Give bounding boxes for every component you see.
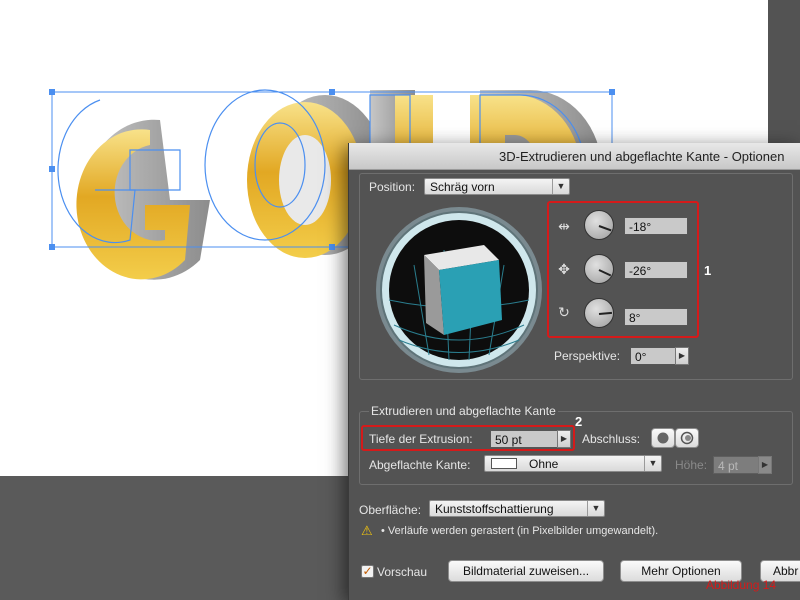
chevron-down-icon: ▼ bbox=[644, 456, 661, 471]
rotate-y-dial[interactable] bbox=[584, 254, 614, 284]
position-label: Position: bbox=[369, 180, 416, 194]
height-field: 4 pt bbox=[713, 456, 759, 474]
extrusion-depth-arrow-icon[interactable]: ▶ bbox=[557, 430, 571, 448]
surface-select-value: Kunststoffschattierung bbox=[435, 502, 554, 516]
perspective-field[interactable]: 0° bbox=[630, 347, 676, 365]
height-label: Höhe: bbox=[675, 458, 708, 472]
height-arrow-icon: ▶ bbox=[758, 456, 772, 474]
extrusion-depth-label: Tiefe der Extrusion: bbox=[369, 432, 473, 446]
preview-checkbox[interactable]: ✓ bbox=[361, 565, 374, 578]
bevel-select-value: Ohne bbox=[529, 457, 559, 471]
rotate-x-field[interactable]: -18° bbox=[624, 217, 688, 235]
surface-select[interactable]: Kunststoffschattierung ▼ bbox=[429, 500, 605, 517]
rotate-z-dial[interactable] bbox=[584, 298, 614, 328]
rotation-trackball[interactable] bbox=[374, 205, 544, 375]
perspective-arrow-icon[interactable]: ▶ bbox=[675, 347, 689, 365]
bevel-preview-icon bbox=[491, 458, 517, 469]
bevel-select[interactable]: Ohne ▼ bbox=[484, 455, 662, 472]
cap-on-button[interactable] bbox=[651, 428, 675, 448]
preview-label: Vorschau bbox=[377, 565, 428, 579]
extrusion-depth-field[interactable]: 50 pt bbox=[490, 430, 558, 448]
cap-off-button[interactable] bbox=[675, 428, 699, 448]
position-select-value: Schräg vorn bbox=[430, 180, 495, 194]
rotate-z-field[interactable]: 8° bbox=[624, 308, 688, 326]
rotate-x-icon: ⇹ bbox=[558, 218, 570, 234]
surface-label: Oberfläche: bbox=[359, 503, 422, 517]
chevron-down-icon: ▼ bbox=[587, 501, 604, 516]
rotate-z-icon: ↻ bbox=[558, 304, 570, 320]
dialog-title: 3D-Extrudieren und abgeflachte Kante - O… bbox=[499, 149, 785, 164]
dialog-titlebar[interactable]: 3D-Extrudieren und abgeflachte Kante - O… bbox=[349, 143, 800, 170]
rotate-x-dial[interactable] bbox=[584, 210, 614, 240]
annotation-1: 1 bbox=[704, 263, 712, 278]
rotate-y-icon: ✥ bbox=[558, 261, 570, 277]
perspective-label: Perspektive: bbox=[554, 349, 621, 363]
map-art-button[interactable]: Bildmaterial zuweisen... bbox=[448, 560, 604, 582]
rotate-y-field[interactable]: -26° bbox=[624, 261, 688, 279]
bevel-label: Abgeflachte Kante: bbox=[369, 458, 471, 472]
extrude-section-label: Extrudieren und abgeflachte Kante bbox=[369, 404, 558, 418]
chevron-down-icon: ▼ bbox=[552, 179, 569, 194]
position-select[interactable]: Schräg vorn ▼ bbox=[424, 178, 570, 195]
warning-icon: ⚠ bbox=[361, 523, 373, 538]
warning-text: • Verläufe werden gerastert (in Pixelbil… bbox=[381, 525, 659, 537]
cap-on-icon bbox=[657, 432, 669, 444]
cap-off-icon bbox=[680, 431, 694, 445]
annotation-2: 2 bbox=[575, 414, 583, 429]
cap-label: Abschluss: bbox=[582, 432, 641, 446]
figure-caption: Abbildung 14 bbox=[706, 578, 777, 592]
extrude-bevel-dialog: 3D-Extrudieren und abgeflachte Kante - O… bbox=[348, 143, 800, 600]
